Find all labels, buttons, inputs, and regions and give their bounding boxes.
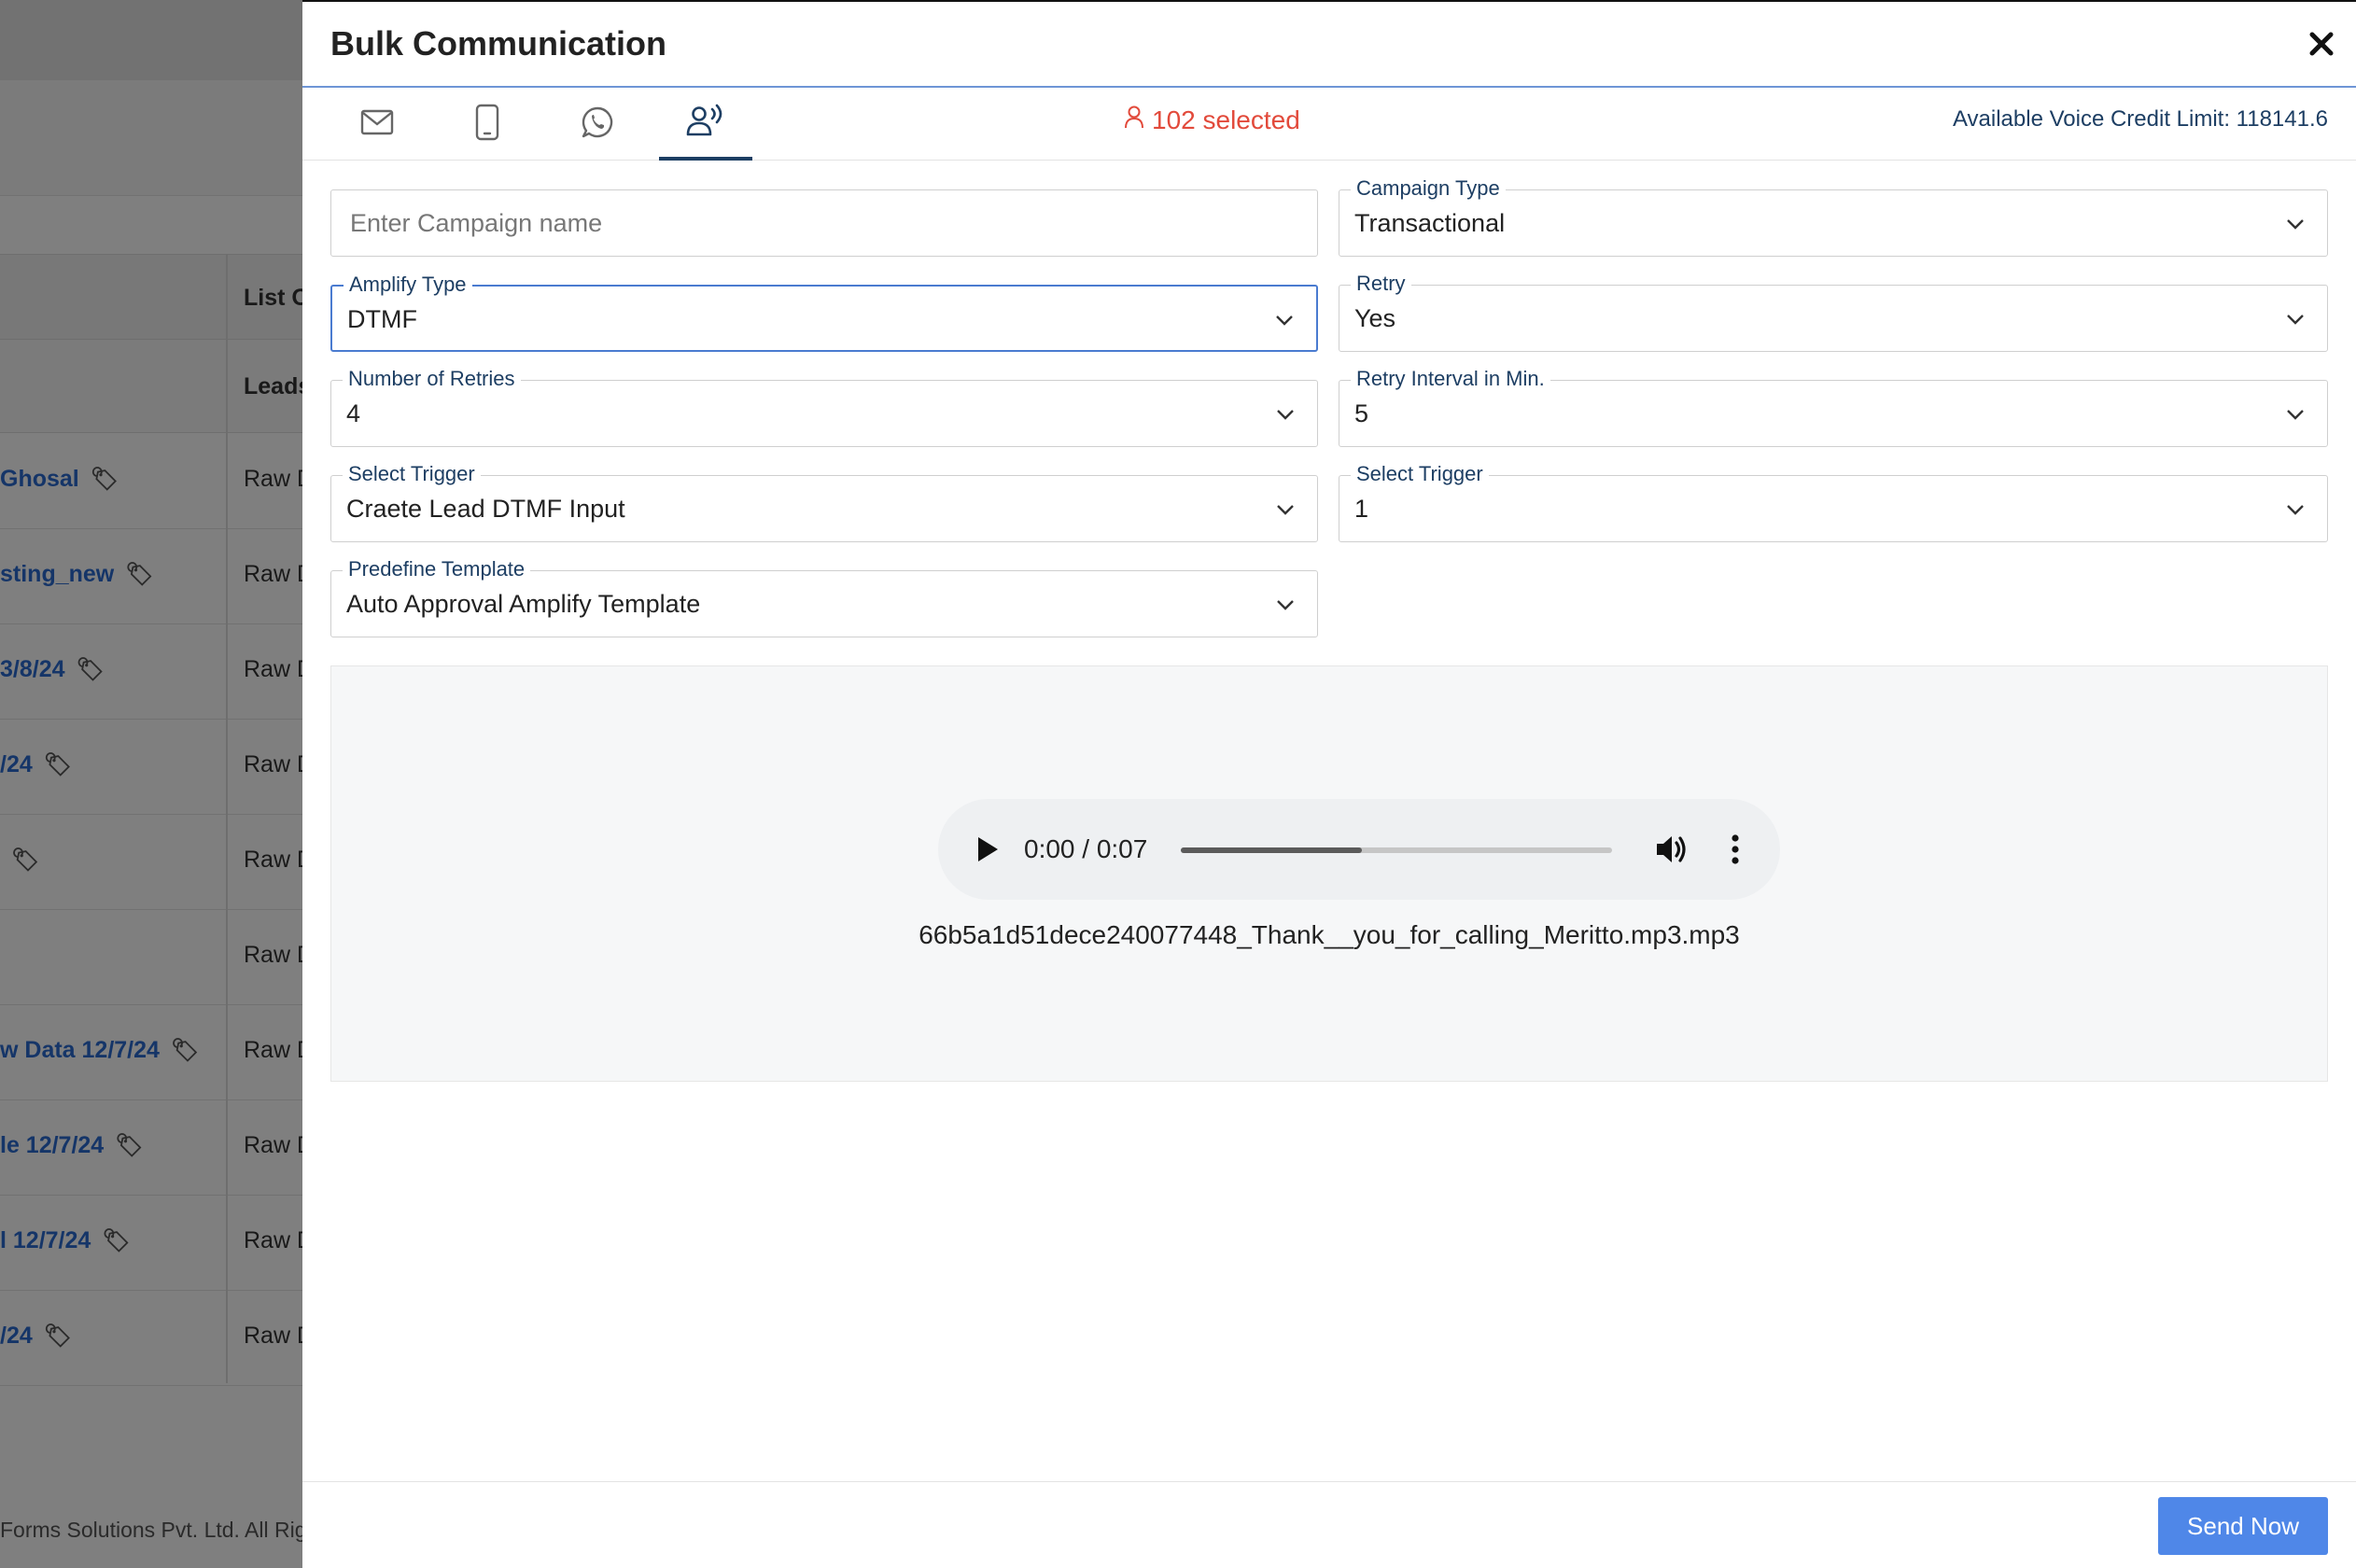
chevron-down-icon [2284,308,2307,330]
audio-progress-fill [1181,847,1363,853]
predefine-template-select[interactable]: Predefine Template Auto Approval Amplify… [330,557,1318,637]
modal-header: Bulk Communication [302,0,2356,88]
campaign-name-field[interactable] [330,189,1318,257]
select-trigger-input-value: 1 [1354,495,1369,523]
retry-interval-select[interactable]: Retry Interval in Min. 5 [1339,367,2328,447]
chevron-down-icon [1273,309,1296,331]
voice-icon [686,104,725,142]
chevron-down-icon [1274,498,1297,521]
more-options-icon[interactable] [1726,831,1745,868]
amplify-type-select[interactable]: Amplify Type DTMF [330,273,1318,352]
chevron-down-icon [2284,498,2307,521]
mobile-icon [475,104,499,146]
predefine-template-value: Auto Approval Amplify Template [346,590,701,618]
chevron-down-icon [2284,213,2307,235]
tab-whatsapp[interactable] [551,88,644,161]
select-trigger-label: Select Trigger [343,462,481,486]
audio-time: 0:00 / 0:07 [1024,834,1148,863]
chevron-down-icon [1274,594,1297,616]
campaign-name-input[interactable] [331,190,1317,256]
mail-icon [360,109,394,140]
retry-interval-label: Retry Interval in Min. [1351,367,1550,391]
volume-icon[interactable] [1653,831,1690,868]
select-trigger-input-label: Select Trigger [1351,462,1489,486]
amplify-type-label: Amplify Type [344,273,472,297]
audio-filename: 66b5a1d51dece240077448_Thank__you_for_ca… [919,920,1740,949]
audio-player: 0:00 / 0:07 [938,799,1780,900]
select-trigger-input-select[interactable]: Select Trigger 1 [1339,462,2328,542]
selected-count-text: 102 selected [1152,105,1300,134]
modal-footer: Send Now [302,1481,2356,1568]
number-of-retries-select[interactable]: Number of Retries 4 [330,367,1318,447]
campaign-type-select[interactable]: Campaign Type Transactional [1339,176,2328,257]
selected-count[interactable]: 102 selected [1124,105,1300,135]
retry-value: Yes [1354,304,1396,332]
bulk-communication-modal: Bulk Communication 102 selected Availabl… [302,0,2356,1568]
select-trigger-value: Craete Lead DTMF Input [346,495,625,523]
retry-select[interactable]: Retry Yes [1339,272,2328,352]
whatsapp-icon [581,105,614,144]
campaign-type-label: Campaign Type [1351,176,1506,201]
user-icon [1124,105,1144,135]
retry-interval-value: 5 [1354,399,1369,427]
template-preview: 0:00 / 0:07 66b5a1d51dece240077448_Thank… [330,665,2328,1082]
campaign-type-value: Transactional [1354,209,1506,237]
tab-email[interactable] [330,88,424,161]
send-now-button[interactable]: Send Now [2158,1497,2328,1555]
retry-label: Retry [1351,272,1411,296]
audio-progress-slider[interactable] [1181,847,1612,853]
chevron-down-icon [1274,403,1297,426]
close-icon[interactable] [2306,28,2337,60]
play-icon[interactable] [970,833,1003,866]
tab-sms[interactable] [441,88,534,161]
tab-voice[interactable] [659,88,752,161]
voice-credit-limit: Available Voice Credit Limit: 118141.6 [1952,106,2328,132]
predefine-template-label: Predefine Template [343,557,531,581]
modal-title: Bulk Communication [330,24,667,63]
number-of-retries-label: Number of Retries [343,367,521,391]
number-of-retries-value: 4 [346,399,361,427]
select-trigger-select[interactable]: Select Trigger Craete Lead DTMF Input [330,462,1318,542]
amplify-type-value: DTMF [347,305,417,333]
channel-tabs: 102 selected Available Voice Credit Limi… [302,88,2356,161]
chevron-down-icon [2284,403,2307,426]
